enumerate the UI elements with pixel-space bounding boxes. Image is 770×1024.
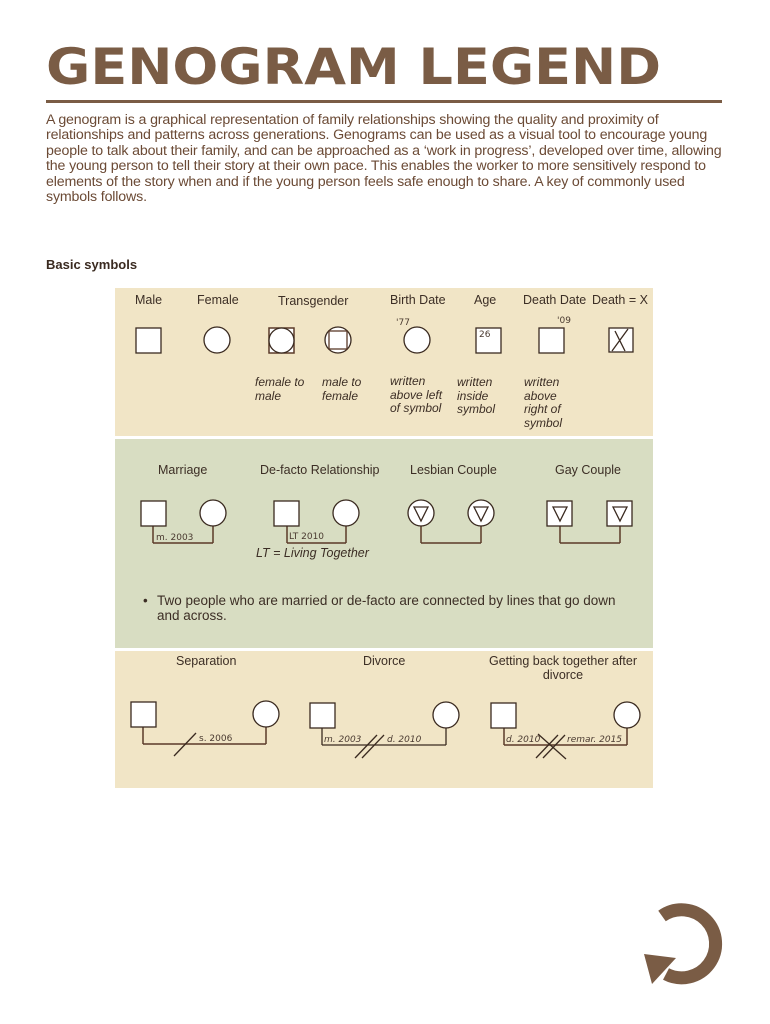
birth-date-sample: '77 xyxy=(396,318,410,328)
defacto-diagram: LT 2010 xyxy=(273,499,360,544)
female-circle-icon xyxy=(613,701,641,729)
birth-date-icon: '77 xyxy=(396,318,431,354)
defacto-date: LT 2010 xyxy=(289,532,324,542)
lt-note: LT = Living Together xyxy=(256,546,369,560)
age-icon: 26 xyxy=(475,327,502,354)
note-female-to-male: female to male xyxy=(255,375,305,403)
male-square-icon xyxy=(273,500,300,527)
note-birth-date: written above left of symbol xyxy=(390,374,443,415)
death-date-sample: '09 xyxy=(557,316,571,326)
lesbian-couple-diagram xyxy=(407,499,495,544)
circular-arrow-icon[interactable] xyxy=(640,903,728,988)
divorce-diagram: m. 2003 d. 2010 xyxy=(309,701,460,759)
breakups-drawing: s. 2006 m. 2003 d. 2010 d. 2010 remar. 2… xyxy=(130,700,641,760)
gay-symbol-icon xyxy=(546,500,573,527)
reunion-divorce-date: d. 2010 xyxy=(506,735,541,745)
death-date-icon: '09 xyxy=(538,316,571,354)
divorce-marriage-date: m. 2003 xyxy=(324,735,362,745)
page-title: GENOGRAM LEGEND xyxy=(46,38,662,96)
gay-symbol-icon xyxy=(606,500,633,527)
male-square-icon xyxy=(309,702,336,729)
reunion-remarriage-date: remar. 2015 xyxy=(567,735,622,745)
female-circle-icon xyxy=(203,326,231,354)
male-square-icon xyxy=(130,701,157,728)
note-age: written inside symbol xyxy=(457,375,496,416)
title-rule xyxy=(46,100,722,103)
lesbian-symbol-icon xyxy=(407,499,435,527)
basic-symbols-panel: Male Female Transgender Birth Date Age D… xyxy=(115,288,653,436)
female-circle-icon xyxy=(332,499,360,527)
note-death-date: written above right of symbol xyxy=(524,375,563,430)
lesbian-symbol-icon xyxy=(467,499,495,527)
reunion-cross-slash-icon xyxy=(535,733,567,760)
female-to-male-icon xyxy=(268,327,295,354)
section-heading-basic-symbols: Basic symbols xyxy=(46,257,138,272)
breakups-panel: Separation Divorce Getting back together… xyxy=(115,651,653,788)
intro-paragraph: A genogram is a graphical representation… xyxy=(46,112,722,206)
gay-couple-diagram xyxy=(546,500,633,544)
couples-panel: Marriage De-facto Relationship Lesbian C… xyxy=(115,439,653,648)
reunion-diagram: d. 2010 remar. 2015 xyxy=(490,701,641,760)
male-square-icon xyxy=(490,702,517,729)
bullet-dot-icon: • xyxy=(143,593,148,608)
marriage-diagram: m. 2003 xyxy=(140,499,227,544)
male-to-female-icon xyxy=(324,326,352,354)
female-circle-icon xyxy=(252,700,280,728)
marriage-date: m. 2003 xyxy=(156,533,193,543)
note-male-to-female: male to female xyxy=(322,375,362,403)
bullet-text: Two people who are married or de-facto a… xyxy=(157,593,616,623)
female-circle-icon xyxy=(432,701,460,729)
female-circle-icon xyxy=(199,499,227,527)
male-square-icon xyxy=(135,327,162,354)
age-sample: 26 xyxy=(479,330,491,340)
divorce-date: d. 2010 xyxy=(387,735,422,745)
male-square-icon xyxy=(140,500,167,527)
separation-date: s. 2006 xyxy=(199,734,233,744)
separation-diagram: s. 2006 xyxy=(130,700,280,757)
death-x-icon xyxy=(608,327,634,353)
